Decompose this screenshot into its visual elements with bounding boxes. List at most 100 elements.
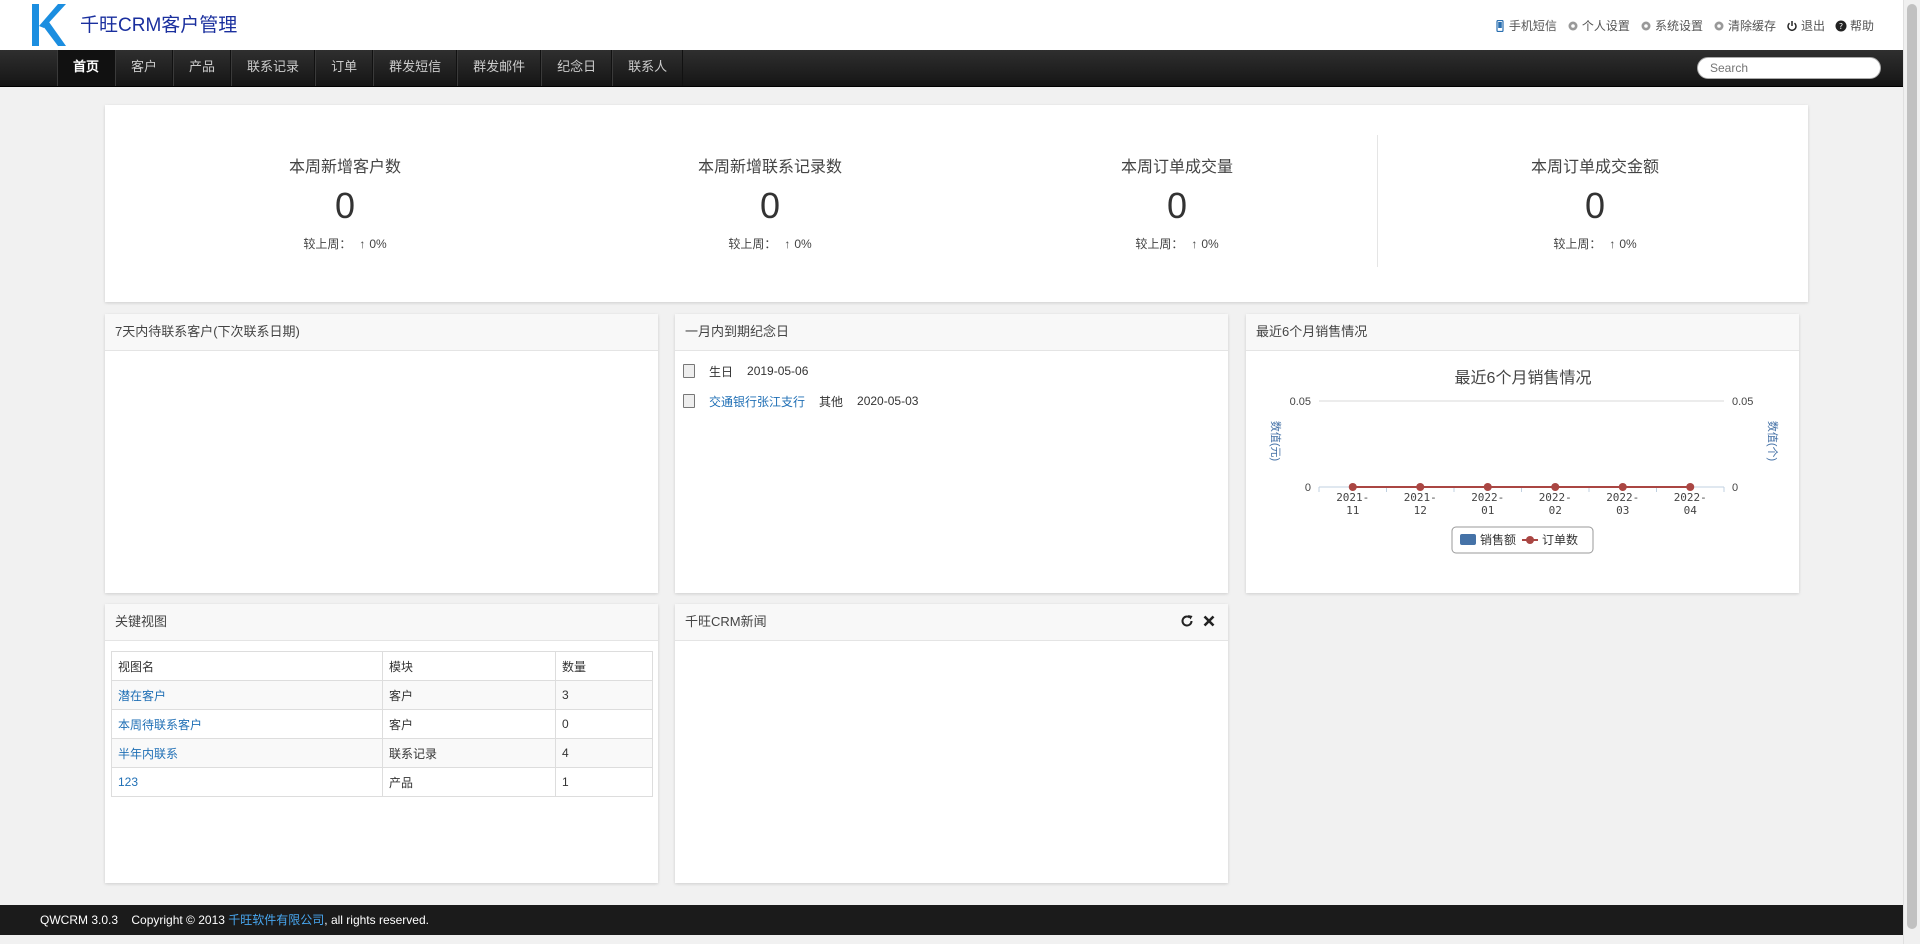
nav-item-bulk-sms[interactable]: 群发短信 — [373, 50, 458, 86]
stat-value: 0 — [334, 185, 356, 226]
app-title: 千旺CRM客户管理 — [80, 15, 238, 36]
help-link[interactable]: ? 帮助 — [1835, 17, 1874, 34]
vertical-scrollbar[interactable] — [1903, 0, 1920, 944]
footer-company-link[interactable]: 千旺软件有限公司 — [228, 913, 324, 927]
compare-value: 0% — [369, 237, 387, 251]
panel-title: 7天内待联系客户(下次联系日期) — [105, 314, 658, 351]
footer-rights: , all rights reserved. — [324, 913, 429, 927]
refresh-icon[interactable] — [1180, 614, 1194, 628]
orders-point — [1551, 483, 1560, 491]
nav-item-contacts[interactable]: 联系人 — [612, 50, 684, 86]
close-icon[interactable] — [1202, 614, 1216, 628]
top-header: 千旺CRM客户管理 手机短信 个人设置 系统设置 清除缓存 退出 ? 帮助 — [0, 0, 1904, 50]
search-input[interactable] — [1697, 57, 1881, 79]
view-name-cell: 潜在客户 — [111, 680, 383, 710]
column-header: 数量 — [555, 651, 653, 681]
panel-title: 关键视图 — [105, 604, 658, 641]
help-label: 帮助 — [1849, 19, 1874, 33]
nav-item-anniversaries[interactable]: 纪念日 — [541, 50, 613, 86]
x-tick-label: 11 — [1346, 504, 1359, 517]
count-cell: 3 — [555, 680, 653, 710]
y-axis-right-label: 数值(个) — [1766, 421, 1779, 461]
orders-point — [1348, 483, 1357, 491]
weekly-stats-panel: 本周新增客户数 0 较上周： ↑ 0% 本周新增联系记录数 0 较上周： ↑ 0% 本周… — [105, 105, 1808, 302]
power-icon — [1787, 20, 1797, 31]
scrollbar-thumb[interactable] — [1907, 4, 1917, 929]
module-cell: 产品 — [382, 767, 556, 797]
phone-icon — [1496, 19, 1504, 32]
nav-item-bulk-email[interactable]: 群发邮件 — [457, 50, 542, 86]
count-cell: 4 — [555, 738, 653, 768]
view-link[interactable]: 潜在客户 — [118, 689, 166, 703]
column-header: 模块 — [382, 651, 556, 681]
stat-new-customers: 本周新增客户数 0 较上周： ↑ 0% — [195, 105, 495, 252]
clear-cache-link[interactable]: 清除缓存 — [1713, 17, 1776, 34]
compare-label: 较上周： — [728, 237, 777, 251]
nav-item-contact-records[interactable]: 联系记录 — [231, 50, 316, 86]
gear-icon — [1641, 21, 1651, 30]
nav-item-customers[interactable]: 客户 — [115, 50, 174, 86]
main-navbar: 首页 客户 产品 联系记录 订单 群发短信 群发邮件 纪念日 联系人 — [0, 50, 1904, 87]
document-icon — [683, 364, 695, 378]
y-tick-right: 0.05 — [1732, 396, 1753, 408]
x-tick-label: 2022- — [1539, 491, 1572, 504]
chart-title: 最近6个月销售情况 — [1455, 369, 1592, 387]
gear-icon — [1568, 21, 1578, 30]
stat-value: 0 — [1584, 185, 1606, 226]
compare-label: 较上周： — [1553, 237, 1602, 251]
x-tick-label: 2021- — [1336, 491, 1369, 504]
x-tick-label: 2022- — [1606, 491, 1639, 504]
anniversary-customer-link[interactable]: 交通银行张江支行 — [709, 393, 805, 410]
panel-tools — [1180, 614, 1216, 628]
stat-compare: 较上周： ↑ 0% — [1445, 235, 1745, 252]
view-link[interactable]: 本周待联系客户 — [118, 718, 202, 732]
column-header: 视图名 — [111, 651, 383, 681]
sales-chart: 最近6个月销售情况 0.05 0.050 0 2021-112021-122022-… — [1269, 369, 1779, 554]
stat-compare: 较上周： ↑ 0% — [620, 235, 920, 252]
anniversary-date: 2019-05-06 — [747, 364, 809, 378]
view-name-cell: 本周待联系客户 — [111, 709, 383, 739]
count-cell: 0 — [555, 709, 653, 739]
nav-items: 首页 客户 产品 联系记录 订单 群发短信 群发邮件 纪念日 联系人 — [57, 50, 684, 86]
logout-label: 退出 — [1800, 19, 1825, 33]
panel-title: 一月内到期纪念日 — [675, 314, 1228, 351]
footer: QWCRM 3.0.3 Copyright © 2013 千旺软件有限公司, a… — [0, 905, 1904, 935]
x-tick-label: 2022- — [1674, 491, 1707, 504]
footer-text: QWCRM 3.0.3 Copyright © 2013 千旺软件有限公司, a… — [40, 905, 429, 935]
document-icon — [683, 394, 695, 408]
view-link[interactable]: 半年内联系 — [118, 747, 178, 761]
x-tick-label: 02 — [1549, 504, 1562, 517]
x-tick-label: 03 — [1616, 504, 1629, 517]
chart-grid: 0.05 0.05 0 0 — [1290, 396, 1754, 494]
nav-item-orders[interactable]: 订单 — [315, 50, 374, 86]
stat-order-volume: 本周订单成交量 0 较上周： ↑ 0% — [1027, 105, 1327, 252]
legend-label-orders: 订单数 — [1542, 532, 1578, 547]
logout-link[interactable]: 退出 — [1786, 17, 1825, 34]
table-row: 潜在客户 客户 3 — [111, 680, 653, 710]
list-item: 生日 2019-05-06 — [675, 356, 1228, 386]
stat-label: 本周新增客户数 — [288, 159, 401, 176]
nav-item-home[interactable]: 首页 — [57, 50, 116, 86]
stat-order-amount: 本周订单成交金额 0 较上周： ↑ 0% — [1445, 105, 1745, 252]
personal-settings-link[interactable]: 个人设置 — [1567, 17, 1630, 34]
orders-point — [1686, 483, 1695, 491]
sms-link[interactable]: 手机短信 — [1494, 17, 1557, 34]
view-name-cell: 123 — [111, 767, 383, 797]
personal-settings-label: 个人设置 — [1581, 19, 1630, 33]
contacts-7days-panel: 7天内待联系客户(下次联系日期) — [105, 314, 658, 593]
view-link[interactable]: 123 — [118, 775, 138, 789]
orders-point — [1618, 483, 1627, 491]
arrow-up-icon: ↑ — [1191, 237, 1198, 251]
y-tick-left: 0.05 — [1290, 396, 1311, 408]
anniversary-date: 2020-05-03 — [857, 394, 919, 408]
compare-label: 较上周： — [1135, 237, 1184, 251]
y-tick-left: 0 — [1305, 482, 1311, 494]
legend-label-sales: 销售额 — [1480, 532, 1516, 547]
stat-label: 本周新增联系记录数 — [697, 159, 842, 176]
svg-text:?: ? — [1839, 22, 1843, 31]
count-cell: 1 — [555, 767, 653, 797]
nav-item-products[interactable]: 产品 — [173, 50, 232, 86]
system-settings-link[interactable]: 系统设置 — [1640, 17, 1703, 34]
table-row: 本周待联系客户 客户 0 — [111, 709, 653, 739]
x-tick-label: 04 — [1684, 504, 1698, 517]
